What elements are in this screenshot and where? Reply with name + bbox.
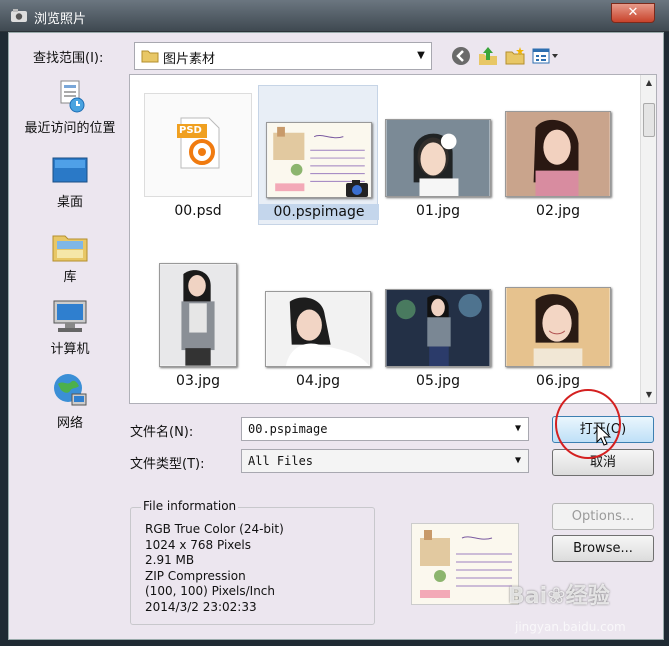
portrait-photo-image	[265, 291, 371, 367]
file-thumbnail	[384, 93, 492, 197]
portrait-photo-image	[505, 287, 611, 367]
new-folder-icon[interactable]	[504, 45, 526, 67]
file-item[interactable]: 03.jpg	[138, 255, 258, 395]
vertical-scrollbar[interactable]: ▲ ▼	[640, 75, 656, 403]
recent-places-icon	[60, 80, 85, 113]
place-label: 网络	[56, 416, 83, 431]
file-thumbnail	[504, 93, 612, 197]
info-line: 1024 x 768 Pixels	[145, 537, 251, 552]
file-name: 00.psd	[174, 203, 222, 219]
filename-input[interactable]: 00.pspimage ▼	[241, 417, 529, 441]
file-information-group: File information RGB True Color (24-bit)…	[130, 499, 375, 625]
info-line: (100, 100) Pixels/Inch	[145, 584, 276, 598]
file-name: 04.jpg	[296, 373, 340, 389]
desktop-icon	[52, 157, 88, 183]
file-item[interactable]: 04.jpg	[258, 255, 378, 395]
place-label: 最近访问的位置	[24, 121, 116, 136]
file-item[interactable]: 01.jpg	[378, 85, 498, 225]
lookin-combobox[interactable]: 图片素材 ▼	[134, 42, 432, 70]
preview-pane	[411, 523, 519, 605]
file-name: 06.jpg	[536, 373, 580, 389]
psd-file-icon	[177, 117, 220, 169]
place-label: 库	[63, 270, 77, 285]
folder-icon	[141, 50, 159, 63]
file-name: 02.jpg	[536, 203, 580, 219]
file-item[interactable]: 02.jpg	[498, 85, 618, 225]
place-label: 桌面	[56, 195, 83, 210]
file-name: 00.pspimage	[259, 204, 379, 220]
file-thumbnail	[144, 263, 252, 367]
filename-value: 00.pspimage	[248, 422, 328, 436]
file-thumbnail	[504, 263, 612, 367]
file-thumbnail	[265, 94, 373, 198]
libraries-icon	[52, 235, 88, 262]
file-name: 05.jpg	[416, 373, 460, 389]
info-line: 2.91 MB	[145, 553, 195, 567]
view-menu-icon[interactable]	[531, 45, 561, 67]
place-recent[interactable]: 最近访问的位置	[15, 79, 125, 136]
file-item[interactable]: 05.jpg	[378, 255, 498, 395]
place-desktop[interactable]: 桌面	[15, 155, 125, 210]
place-libraries[interactable]: 库	[15, 228, 125, 285]
file-thumbnail	[384, 263, 492, 367]
lookin-label: 查找范围(I):	[33, 51, 104, 66]
file-information-legend: File information	[141, 499, 239, 513]
filename-label: 文件名(N):	[130, 425, 194, 440]
network-icon	[54, 374, 87, 406]
chevron-down-icon[interactable]: ▼	[510, 419, 526, 439]
info-line: 2014/3/2 23:02:33	[145, 599, 257, 614]
lookin-value: 图片素材	[163, 52, 216, 67]
portrait-photo-image	[385, 119, 491, 197]
place-network[interactable]: 网络	[15, 370, 125, 431]
file-list[interactable]: PSD 00.psd 00.pspimage 01.jpg 02.jpg 03.…	[129, 74, 657, 404]
up-folder-icon[interactable]	[477, 45, 499, 67]
mouse-cursor-icon	[596, 424, 612, 446]
portrait-photo-image	[505, 111, 611, 197]
psd-badge: PSD	[179, 125, 202, 136]
chevron-down-icon[interactable]: ▼	[510, 451, 526, 471]
window-title: 浏览照片	[34, 12, 87, 27]
title-bar: 浏览照片 ✕	[0, 0, 669, 32]
watermark-url: jingyan.baidu.com	[515, 620, 626, 634]
file-item[interactable]: 06.jpg	[498, 255, 618, 395]
computer-icon	[53, 300, 87, 332]
preview-image	[412, 524, 518, 604]
scroll-thumb[interactable]	[643, 103, 655, 137]
file-thumbnail	[264, 263, 372, 367]
browse-button[interactable]: Browse...	[552, 535, 654, 562]
file-name: 03.jpg	[176, 373, 220, 389]
place-label: 计算机	[50, 342, 90, 357]
filetype-select[interactable]: All Files ▼	[241, 449, 529, 473]
places-bar: 最近访问的位置 桌面 库 计算机 网络	[15, 73, 125, 433]
filetype-label: 文件类型(T):	[130, 457, 205, 472]
file-item[interactable]: PSD 00.psd	[138, 85, 258, 225]
options-button[interactable]: Options...	[552, 503, 654, 530]
portrait-photo-image	[159, 263, 237, 367]
watermark-brand: Bai❀经验	[508, 584, 610, 609]
place-computer[interactable]: 计算机	[15, 298, 125, 357]
file-name: 01.jpg	[416, 203, 460, 219]
close-button[interactable]: ✕	[611, 3, 655, 23]
dialog-body: 查找范围(I): 图片素材 ▼ 最近访问的位置 桌面 库 计算机 网络 PSD …	[8, 32, 664, 640]
info-line: RGB True Color (24-bit)	[145, 522, 284, 536]
file-thumbnail: PSD	[144, 93, 252, 197]
app-icon	[11, 9, 27, 22]
camera-icon	[346, 180, 368, 197]
scroll-down-icon[interactable]: ▼	[641, 387, 657, 403]
back-icon[interactable]	[450, 45, 472, 67]
info-line: ZIP Compression	[145, 568, 246, 583]
portrait-photo-image	[385, 289, 491, 367]
chevron-down-icon[interactable]: ▼	[413, 46, 429, 66]
scroll-up-icon[interactable]: ▲	[641, 75, 657, 91]
filetype-value: All Files	[248, 454, 314, 468]
file-item-selected[interactable]: 00.pspimage	[258, 85, 379, 225]
